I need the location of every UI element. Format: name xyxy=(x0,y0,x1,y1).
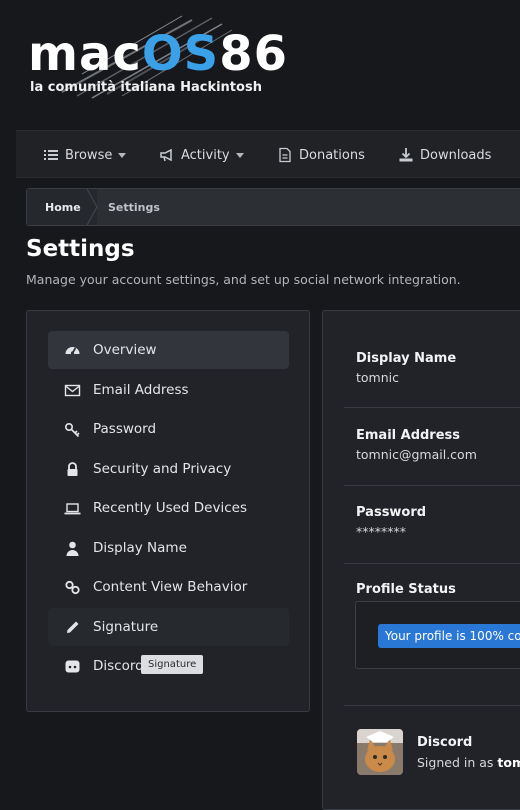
field-value: ******** xyxy=(356,524,406,539)
nav-downloads[interactable]: Downloads xyxy=(398,131,491,179)
display-name-field[interactable]: Display Name tomnic xyxy=(356,351,456,385)
link-icon xyxy=(64,579,81,596)
breadcrumb-separator xyxy=(87,189,98,225)
field-value: tomnic@gmail.com xyxy=(356,447,477,462)
nav-label: Downloads xyxy=(420,147,492,163)
lock-icon xyxy=(64,461,81,478)
field-value: tomnic xyxy=(356,370,399,385)
megaphone-icon xyxy=(159,147,175,163)
profile-status-field: Profile Status xyxy=(356,582,456,597)
nav-browse[interactable]: Browse xyxy=(43,131,127,179)
page-description: Manage your account settings, and set up… xyxy=(26,272,461,287)
dashboard-icon xyxy=(64,342,81,359)
menu-item-content-view[interactable]: Content View Behavior xyxy=(48,568,289,606)
page-title: Settings xyxy=(26,236,135,262)
laptop-icon xyxy=(64,500,81,517)
menu-item-overview[interactable]: Overview xyxy=(48,331,289,369)
menu-item-recent-devices[interactable]: Recently Used Devices xyxy=(48,489,289,527)
document-icon xyxy=(277,147,293,163)
menu-item-display-name[interactable]: Display Name xyxy=(48,529,289,567)
user-icon xyxy=(64,540,81,557)
email-address-field[interactable]: Email Address tomnic@gmail.com xyxy=(356,428,477,462)
signature-tooltip: Signature xyxy=(141,655,204,674)
profile-complete-badge: Your profile is 100% complete xyxy=(378,624,520,648)
discord-label: Discord xyxy=(417,735,473,750)
nav-donations[interactable]: Donations xyxy=(277,131,365,179)
discord-icon xyxy=(64,658,81,675)
menu-item-label: Discord xyxy=(93,658,144,674)
menu-item-label: Display Name xyxy=(93,540,187,556)
menu-item-label: Overview xyxy=(93,342,157,358)
nav-label: Browse xyxy=(65,147,113,163)
menu-item-label: Recently Used Devices xyxy=(93,500,247,516)
menu-item-signature[interactable]: Signature xyxy=(48,608,289,646)
main-nav: Browse Activity Donations Downloads xyxy=(16,130,520,178)
avatar xyxy=(357,729,403,775)
divider xyxy=(344,563,520,564)
chevron-down-icon xyxy=(235,152,244,158)
discord-signed-in: Signed in as tomnic xyxy=(417,755,520,770)
settings-menu: Overview Email Address Password Security… xyxy=(26,310,310,712)
menu-item-label: Signature xyxy=(93,619,159,635)
menu-item-label: Email Address xyxy=(93,382,189,398)
menu-item-password[interactable]: Password xyxy=(48,410,289,448)
nav-label: Activity xyxy=(181,147,230,163)
download-icon xyxy=(398,147,414,163)
nav-activity[interactable]: Activity xyxy=(159,131,244,179)
nav-label: Donations xyxy=(299,147,365,163)
menu-item-security-privacy[interactable]: Security and Privacy xyxy=(48,450,289,488)
profile-status-box: Your profile is 100% complete xyxy=(355,601,520,669)
key-icon xyxy=(64,421,81,438)
divider xyxy=(344,407,520,408)
site-logo[interactable]: macOS86 la comunità italiana Hackintosh xyxy=(22,14,287,109)
menu-item-email-address[interactable]: Email Address xyxy=(48,371,289,409)
list-icon xyxy=(43,147,59,163)
logo-tagline: la comunità italiana Hackintosh xyxy=(30,80,262,95)
password-field[interactable]: Password ******** xyxy=(356,505,426,539)
field-label: Email Address xyxy=(356,428,461,443)
divider xyxy=(344,485,520,486)
envelope-icon xyxy=(64,382,81,399)
menu-item-label: Password xyxy=(93,421,157,437)
breadcrumb-current: Settings xyxy=(108,200,160,214)
chevron-down-icon xyxy=(118,152,127,158)
menu-item-label: Security and Privacy xyxy=(93,461,232,477)
field-label: Profile Status xyxy=(356,582,456,597)
site-header: macOS86 la comunità italiana Hackintosh xyxy=(0,0,520,118)
pencil-icon xyxy=(64,619,81,636)
field-label: Password xyxy=(356,505,427,520)
field-label: Display Name xyxy=(356,351,457,366)
menu-item-label: Content View Behavior xyxy=(93,579,248,595)
settings-overview-panel: Display Name tomnic Email Address tomnic… xyxy=(322,310,520,810)
logo-wordmark: macOS86 xyxy=(28,26,289,82)
divider xyxy=(344,705,520,706)
breadcrumb: Home Settings xyxy=(26,188,520,226)
